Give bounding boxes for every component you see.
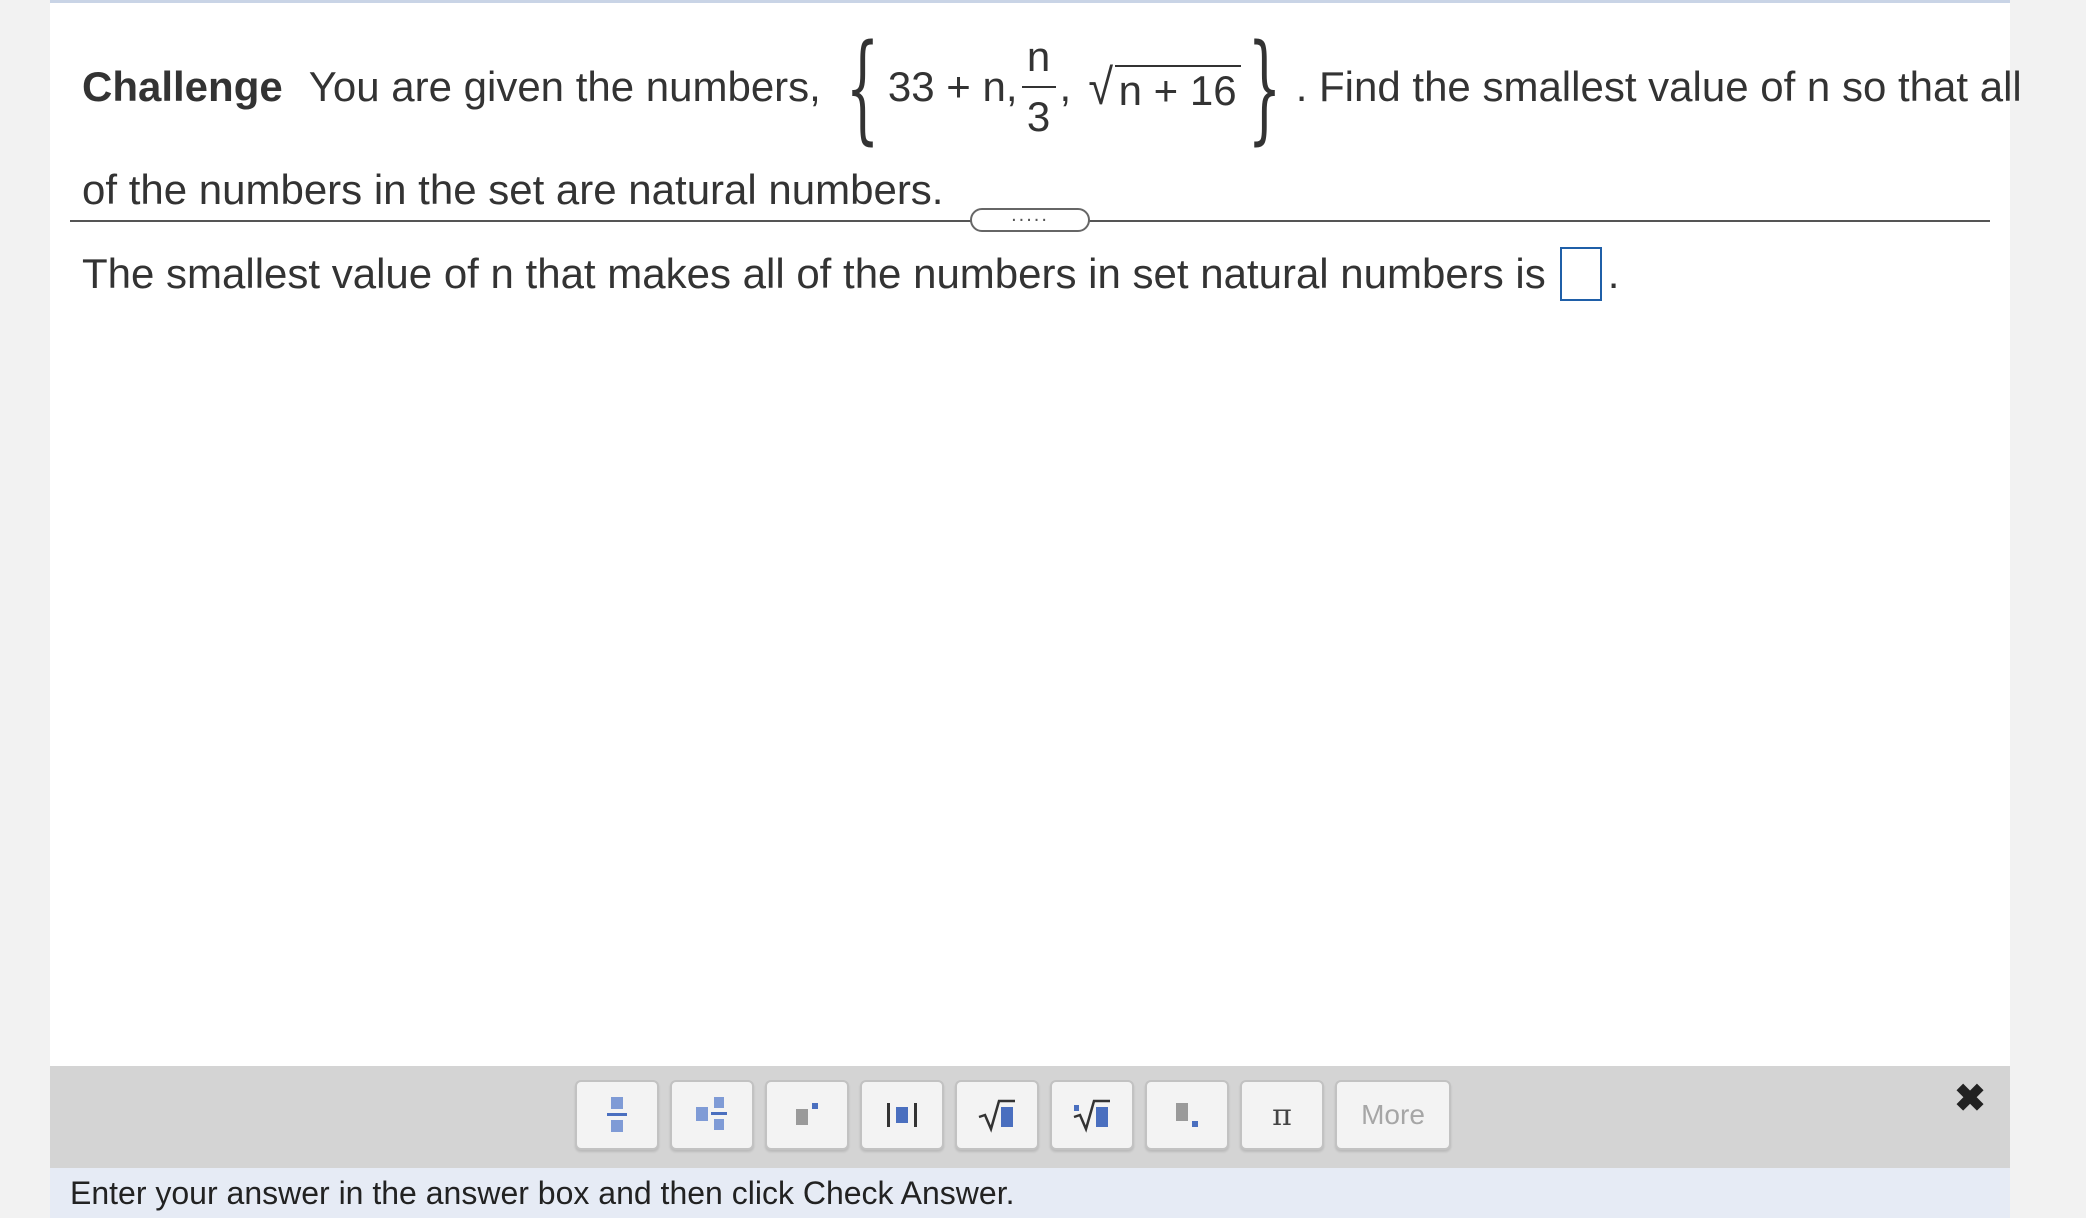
pi-button[interactable]: π	[1240, 1080, 1324, 1150]
fraction-bar	[1021, 86, 1056, 88]
right-brace: }	[1247, 18, 1282, 156]
pi-icon: π	[1272, 1097, 1292, 1133]
grip-dots: .....	[1011, 204, 1049, 226]
answer-line: The smallest value of n that makes all o…	[82, 238, 1619, 310]
subscript-icon	[1176, 1103, 1198, 1127]
challenge-label: Challenge	[82, 63, 283, 110]
set-item-2-fraction: n 3	[1021, 33, 1056, 140]
set-item-3-sqrt: √ n + 16	[1087, 59, 1241, 115]
fraction-numerator: n	[1026, 33, 1051, 80]
exponent-icon	[796, 1103, 818, 1125]
exponent-button[interactable]	[765, 1080, 849, 1150]
subscript-button[interactable]	[1145, 1080, 1229, 1150]
fraction-icon	[607, 1097, 627, 1132]
set-separator: ,	[1059, 63, 1072, 110]
mixed-number-button[interactable]	[670, 1080, 754, 1150]
question-after-set: . Find the smallest value of n so that a…	[1295, 63, 2022, 110]
answer-suffix: .	[1607, 250, 1620, 297]
question-panel: Challenge You are given the numbers, { 3…	[50, 0, 2022, 1218]
absolute-value-icon	[887, 1103, 917, 1127]
sqrt-radicand: n + 16	[1114, 65, 1241, 113]
sqrt-icon: √	[1088, 59, 1114, 115]
absolute-value-button[interactable]	[860, 1080, 944, 1150]
resize-handle[interactable]: .....	[970, 204, 1090, 232]
math-toolbar: π More ✖	[50, 1066, 2010, 1168]
nth-root-button[interactable]	[1050, 1080, 1134, 1150]
status-bar: Enter your answer in the answer box and …	[50, 1168, 2010, 1218]
top-border	[50, 0, 2010, 3]
square-root-button[interactable]	[955, 1080, 1039, 1150]
set-item-1: 33 + n,	[887, 63, 1018, 110]
square-root-icon	[978, 1099, 1015, 1133]
fraction-button[interactable]	[575, 1080, 659, 1150]
more-button[interactable]: More	[1335, 1080, 1451, 1150]
mixed-number-icon	[696, 1097, 727, 1130]
left-brace: {	[845, 18, 880, 156]
question-intro: You are given the numbers,	[308, 63, 821, 110]
fraction-denominator: 3	[1026, 93, 1051, 140]
nth-root-icon	[1073, 1099, 1110, 1133]
close-icon[interactable]: ✖	[1950, 1078, 1990, 1120]
question-text: Challenge You are given the numbers, { 3…	[82, 18, 2022, 230]
answer-input[interactable]	[1559, 247, 1602, 301]
answer-prompt: The smallest value of n that makes all o…	[82, 250, 1546, 297]
